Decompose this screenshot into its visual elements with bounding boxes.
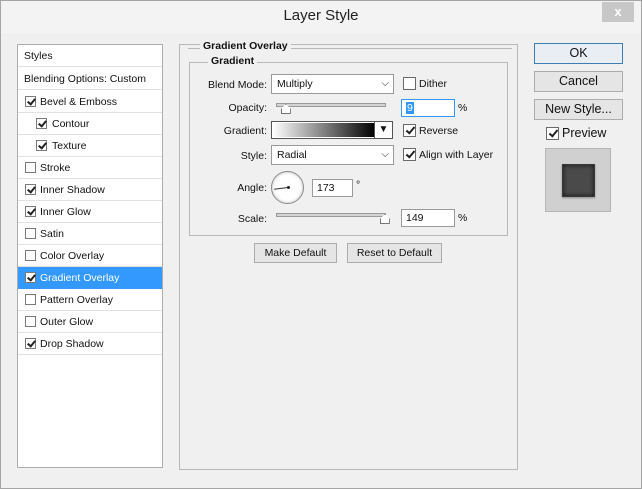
style-item-outer-glow[interactable]: Outer Glow: [18, 311, 162, 333]
angle-label: Angle:: [237, 182, 267, 194]
style-item-pattern-overlay[interactable]: Pattern Overlay: [18, 289, 162, 311]
style-item-stroke[interactable]: Stroke: [18, 157, 162, 179]
style-checkbox[interactable]: [25, 316, 36, 327]
style-item-contour[interactable]: Contour: [18, 113, 162, 135]
preview-checkbox[interactable]: [546, 127, 559, 140]
style-item-label: Drop Shadow: [40, 338, 104, 350]
scale-slider-track[interactable]: [276, 213, 386, 217]
subgroup-title: Gradient: [208, 55, 258, 67]
style-item-label: Satin: [40, 228, 64, 240]
blending-options-item[interactable]: Blending Options: Custom: [18, 68, 162, 90]
dither-checkbox[interactable]: [403, 77, 416, 90]
style-item-color-overlay[interactable]: Color Overlay: [18, 245, 162, 267]
style-item-label: Stroke: [40, 162, 71, 174]
opacity-slider-track[interactable]: [276, 103, 386, 107]
style-checkbox[interactable]: [25, 338, 36, 349]
styles-header[interactable]: Styles: [18, 45, 162, 67]
style-item-gradient-overlay[interactable]: Gradient Overlay: [18, 267, 162, 289]
style-checkbox[interactable]: [25, 96, 36, 107]
style-value: Radial: [277, 149, 307, 161]
style-item-label: Texture: [52, 140, 87, 152]
style-checkbox[interactable]: [25, 250, 36, 261]
preview-label: Preview: [562, 126, 607, 140]
style-checkbox[interactable]: [25, 228, 36, 239]
blend-mode-value: Multiply: [277, 78, 313, 90]
style-item-label: Gradient Overlay: [40, 272, 120, 284]
angle-center-dot: [287, 186, 290, 189]
style-item-drop-shadow[interactable]: Drop Shadow: [18, 333, 162, 355]
style-checkbox[interactable]: [25, 184, 36, 195]
style-item-label: Contour: [52, 118, 90, 130]
opacity-value: 9: [406, 102, 414, 114]
cancel-button[interactable]: Cancel: [534, 71, 623, 92]
preview-swatch: [562, 164, 595, 197]
dither-label: Dither: [419, 78, 448, 90]
title-bar: Layer Style x: [1, 1, 641, 33]
style-label: Style:: [240, 150, 267, 162]
gradient-picker[interactable]: ▼: [271, 121, 393, 139]
scale-label: Scale:: [237, 213, 267, 225]
style-item-bevel-emboss[interactable]: Bevel & Emboss: [18, 91, 162, 113]
blend-mode-select[interactable]: Multiply ⌵: [271, 74, 394, 94]
style-checkbox[interactable]: [25, 294, 36, 305]
scale-input[interactable]: 149: [401, 209, 455, 227]
gradient-dropdown-button[interactable]: ▼: [374, 122, 392, 138]
style-checkbox[interactable]: [25, 162, 36, 173]
gradient-label: Gradient:: [223, 125, 267, 137]
style-select[interactable]: Radial ⌵: [271, 145, 394, 165]
style-checkbox[interactable]: [36, 118, 47, 129]
align-with-layer-checkbox[interactable]: [403, 148, 416, 161]
ok-button[interactable]: OK: [534, 43, 623, 64]
make-default-button[interactable]: Make Default: [254, 243, 337, 263]
opacity-input[interactable]: 9: [401, 99, 455, 117]
chevron-down-icon: ⌵: [381, 149, 389, 160]
style-checkbox[interactable]: [36, 140, 47, 151]
angle-dial[interactable]: [271, 171, 304, 204]
style-item-inner-glow[interactable]: Inner Glow: [18, 201, 162, 223]
new-style-button[interactable]: New Style...: [534, 99, 623, 120]
style-item-label: Outer Glow: [40, 316, 94, 328]
style-item-texture[interactable]: Texture: [18, 135, 162, 157]
scale-unit: %: [458, 212, 468, 224]
style-item-satin[interactable]: Satin: [18, 223, 162, 245]
angle-unit: °: [356, 179, 361, 191]
style-item-label: Color Overlay: [40, 250, 105, 262]
style-item-inner-shadow[interactable]: Inner Shadow: [18, 179, 162, 201]
reverse-label: Reverse: [419, 125, 459, 137]
style-checkbox[interactable]: [25, 206, 36, 217]
dialog-title: Layer Style: [283, 7, 359, 24]
gradient-preview[interactable]: [273, 123, 375, 137]
style-item-label: Inner Shadow: [40, 184, 105, 196]
style-item-label: Pattern Overlay: [40, 294, 113, 306]
blend-mode-label: Blend Mode:: [208, 79, 267, 91]
reset-to-default-button[interactable]: Reset to Default: [347, 243, 442, 263]
styles-list: Styles Blending Options: Custom Bevel & …: [17, 44, 163, 468]
style-item-label: Inner Glow: [40, 206, 91, 218]
style-preview: [545, 148, 611, 212]
reverse-checkbox[interactable]: [403, 124, 416, 137]
close-icon: x: [614, 4, 622, 19]
triangle-down-icon: ▼: [378, 124, 389, 135]
close-button[interactable]: x: [602, 2, 634, 22]
opacity-unit: %: [458, 102, 468, 114]
style-checkbox[interactable]: [25, 272, 36, 283]
align-with-layer-label: Align with Layer: [419, 149, 494, 161]
opacity-label: Opacity:: [228, 102, 267, 114]
chevron-down-icon: ⌵: [381, 78, 389, 89]
style-item-label: Bevel & Emboss: [40, 96, 118, 108]
group-title: Gradient Overlay: [200, 40, 291, 52]
angle-input[interactable]: 173: [312, 179, 353, 197]
